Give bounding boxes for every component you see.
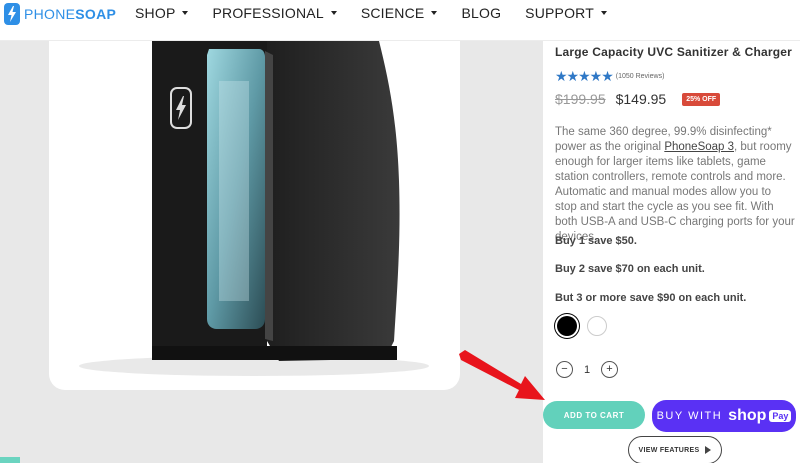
nav-item-label: SCIENCE (360, 5, 425, 21)
quantity-value[interactable]: 1 (573, 364, 601, 376)
nav-item-professional[interactable]: PROFESSIONAL (212, 5, 337, 21)
nav-item-science[interactable]: SCIENCE (361, 5, 438, 21)
product-description: The same 360 degree, 99.9% disinfecting*… (555, 125, 795, 245)
caret-down-icon (330, 11, 337, 15)
product-title: Large Capacity UVC Sanitizer & Charger (555, 45, 793, 59)
product-page: PHONESOAP SHOP PROFESSIONAL SCIENCE BLOG… (0, 0, 800, 463)
add-to-cart-button[interactable]: ADD TO CART (543, 401, 645, 429)
nav-item-blog[interactable]: BLOG (461, 5, 501, 21)
lightning-bolt-icon (4, 3, 20, 25)
shop-pay-buy-with: BUY WITH (656, 410, 723, 422)
shop-pay-button[interactable]: BUY WITH shop Pay (652, 400, 796, 432)
shop-pay-logo: shop (728, 407, 767, 424)
nav-item-label: PROFESSIONAL (212, 5, 324, 21)
nav-item-label: SUPPORT (525, 5, 594, 21)
offer-buy-3: But 3 or more save $90 on each unit. (555, 292, 747, 304)
caret-down-icon (182, 11, 189, 15)
quantity-stepper: − 1 + (556, 361, 618, 378)
logo-text: PHONESOAP (24, 6, 116, 22)
play-icon (705, 446, 712, 454)
offer-buy-1: Buy 1 save $50. (555, 235, 637, 247)
quantity-increase-button[interactable]: + (601, 361, 618, 378)
phonesoap-3-link[interactable]: PhoneSoap 3 (664, 141, 734, 153)
quantity-decrease-button[interactable]: − (556, 361, 573, 378)
main-nav: SHOP PROFESSIONAL SCIENCE BLOG SUPPORT (135, 5, 631, 21)
caret-down-icon (431, 11, 438, 15)
nav-item-label: SHOP (135, 5, 176, 21)
nav-item-support[interactable]: SUPPORT (525, 5, 607, 21)
uv-sanitizer-illustration (79, 41, 429, 376)
red-arrow-icon (459, 350, 545, 400)
price-row: $199.95 $149.95 25% OFF (555, 91, 721, 107)
accent-strip (0, 457, 20, 463)
description-text-cont: , but roomy enough for larger items like… (555, 141, 795, 243)
original-price: $199.95 (555, 91, 606, 107)
discount-badge: 25% OFF (682, 92, 721, 106)
nav-item-shop[interactable]: SHOP (135, 5, 189, 21)
review-count: (1050 Reviews) (615, 73, 665, 80)
product-rating[interactable]: ★★★★★ (1050 Reviews) (555, 68, 664, 85)
nav-item-label: BLOG (461, 5, 502, 21)
logo-text-soap: SOAP (75, 6, 117, 22)
offer-buy-2: Buy 2 save $70 on each unit. (555, 263, 705, 275)
sale-price: $149.95 (615, 91, 667, 107)
view-features-label: VIEW FEATURES (638, 446, 700, 454)
site-header: PHONESOAP SHOP PROFESSIONAL SCIENCE BLOG… (0, 0, 800, 41)
shop-pay-chip: Pay (769, 410, 792, 422)
star-rating-icon: ★★★★★ (555, 68, 614, 84)
caret-down-icon (601, 11, 607, 15)
phonesoap-logo[interactable]: PHONESOAP (4, 3, 116, 25)
logo-text-phone: PHONE (24, 6, 76, 22)
view-features-button[interactable]: VIEW FEATURES (628, 436, 722, 463)
color-swatch-black[interactable] (557, 316, 577, 336)
product-image[interactable] (49, 41, 460, 390)
color-swatch-white[interactable] (587, 316, 607, 336)
